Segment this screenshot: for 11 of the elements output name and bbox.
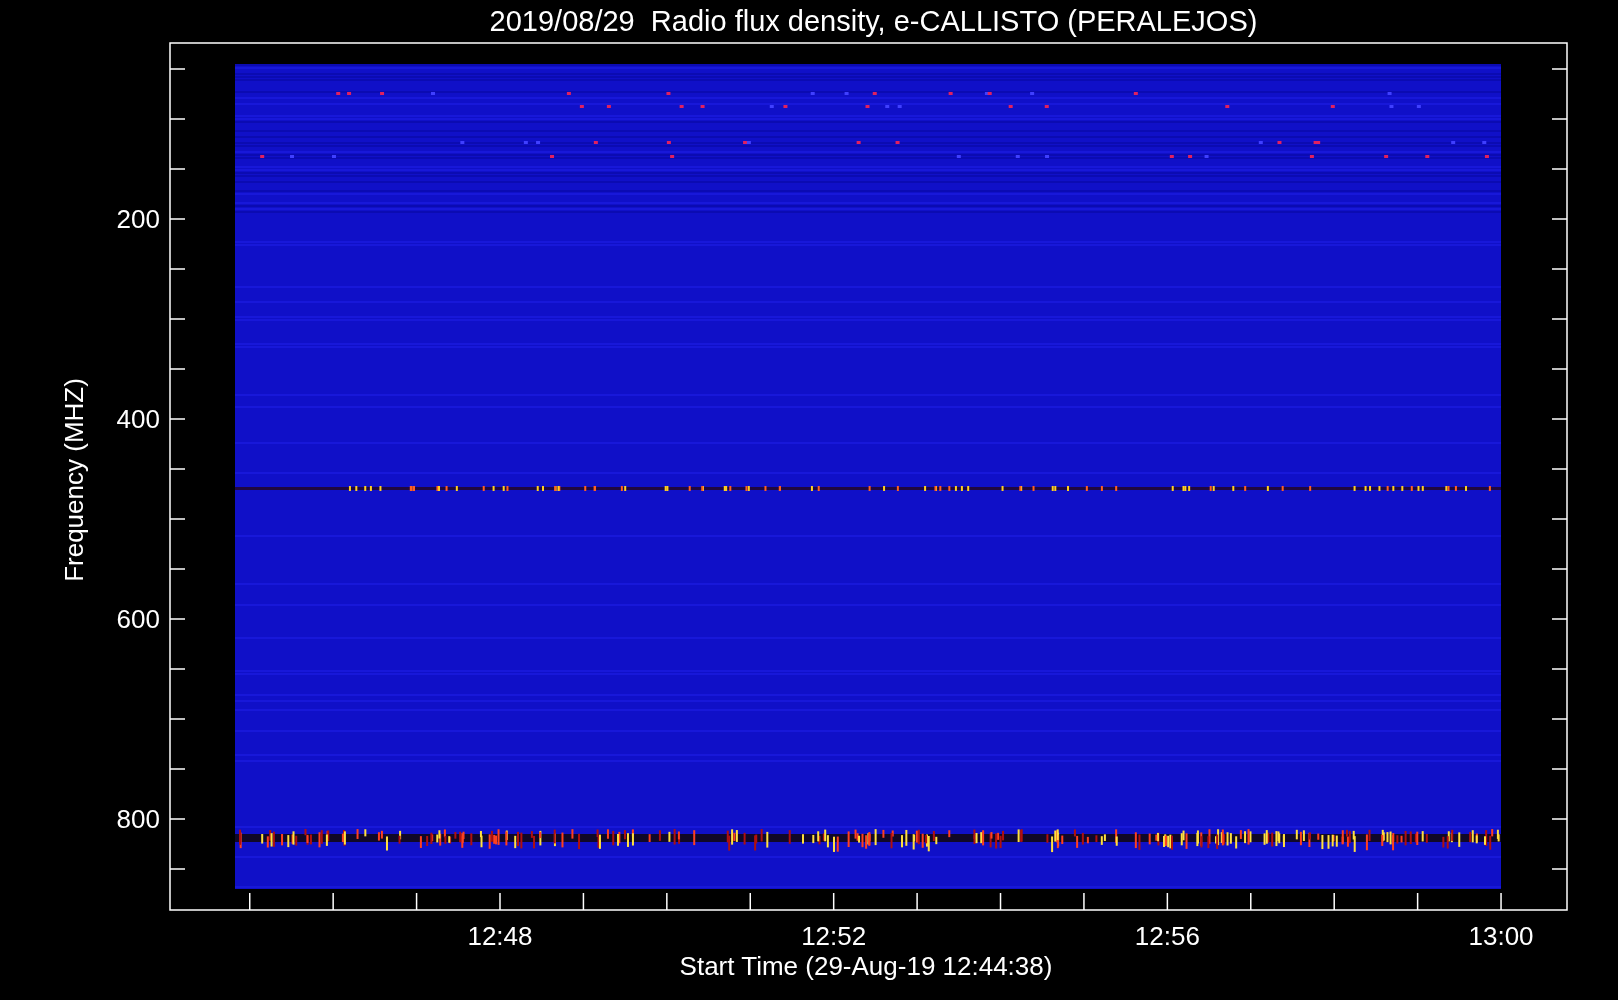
y-tick-label: 400 (116, 404, 160, 434)
x-tick-label: 12:56 (1134, 921, 1200, 951)
x-axis-label: Start Time (29-Aug-19 12:44:38) (679, 951, 1053, 981)
x-tick-label: 13:00 (1468, 921, 1534, 951)
y-tick-label: 600 (116, 604, 160, 634)
y-tick-label: 800 (116, 804, 160, 834)
x-tick-label: 12:48 (467, 921, 533, 951)
chart-title: 2019/08/29 Radio flux density, e-CALLISTO (PERALEJOS) (489, 5, 1258, 37)
y-tick-label: 200 (116, 204, 160, 234)
y-axis-label: Frequency (MHZ) (59, 378, 89, 582)
x-tick-label: 12:52 (801, 921, 867, 951)
